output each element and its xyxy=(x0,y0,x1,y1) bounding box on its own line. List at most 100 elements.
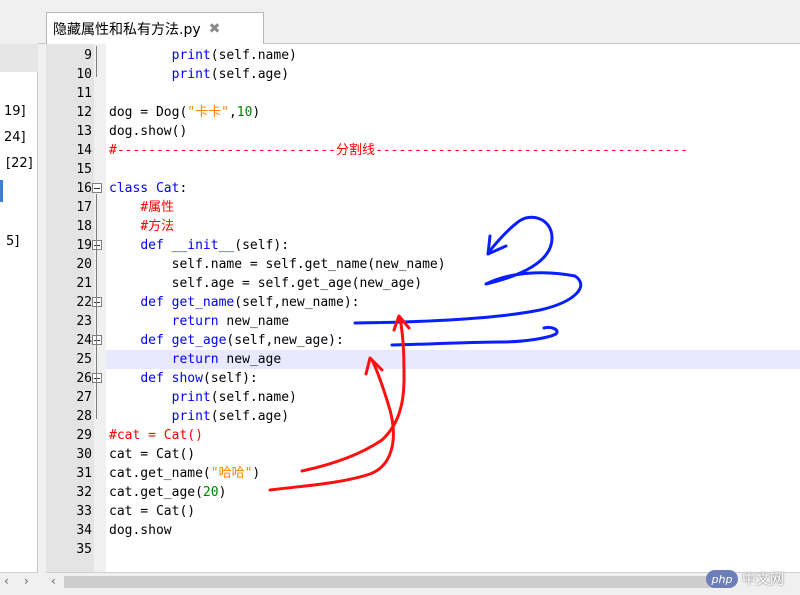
line-number: 10 xyxy=(76,67,92,82)
code-line[interactable]: 9 print(self.name) xyxy=(84,46,800,65)
panel-text-fragment: 19] xyxy=(4,104,26,119)
fold-toggle-icon[interactable] xyxy=(92,335,102,345)
code-text[interactable]: return new_age xyxy=(109,350,282,369)
code-text[interactable]: return new_name xyxy=(109,312,289,331)
panel-selected-row[interactable] xyxy=(0,44,38,72)
code-text[interactable]: dog = Dog("卡卡",10) xyxy=(109,103,260,122)
code-line[interactable]: 22 def get_name(self,new_name): xyxy=(76,293,800,312)
code-text[interactable]: print(self.age) xyxy=(109,65,289,84)
line-number: 12 xyxy=(76,105,92,120)
code-text[interactable]: def show(self): xyxy=(109,369,257,388)
code-text[interactable]: self.name = self.get_name(new_name) xyxy=(109,255,446,274)
code-line[interactable]: 31 cat.get_name("哈哈") xyxy=(76,464,800,483)
file-panel: 19] 24] [22] 5] xyxy=(0,0,38,572)
fold-guide xyxy=(96,46,97,77)
scroll-right-arrow-icon[interactable]: › xyxy=(24,574,29,588)
tab-title: 隐藏属性和私有方法.py xyxy=(53,21,201,38)
scroll-left-arrow-icon[interactable]: ‹ xyxy=(51,574,56,588)
code-text[interactable]: #----------------------------分割线--------… xyxy=(109,141,688,160)
fold-toggle-icon[interactable] xyxy=(92,297,102,307)
line-number: 27 xyxy=(76,390,92,405)
code-text[interactable]: print(self.name) xyxy=(109,388,297,407)
code-line[interactable]: 19 def __init__(self): xyxy=(76,236,800,255)
fold-toggle-icon[interactable] xyxy=(92,183,102,193)
panel-text-fragment: 5] xyxy=(6,234,20,249)
code-line[interactable]: 10 print(self.age) xyxy=(76,65,800,84)
code-text[interactable]: print(self.name) xyxy=(109,46,297,65)
code-text[interactable]: cat.get_name("哈哈") xyxy=(109,464,260,483)
line-number: 13 xyxy=(76,124,92,139)
watermark-text: 中文网 xyxy=(742,572,784,588)
line-number: 16 xyxy=(76,181,92,196)
panel-header xyxy=(0,0,38,44)
code-line[interactable]: 27 print(self.name) xyxy=(76,388,800,407)
code-line[interactable]: 26 def show(self): xyxy=(76,369,800,388)
editor-horizontal-scrollbar[interactable]: ‹ xyxy=(46,572,800,590)
code-text[interactable]: self.age = self.get_age(new_age) xyxy=(109,274,422,293)
line-number: 23 xyxy=(76,314,92,329)
code-text[interactable]: class Cat: xyxy=(109,179,187,198)
code-line[interactable]: 11 xyxy=(76,84,800,103)
line-number: 20 xyxy=(76,257,92,272)
code-line[interactable]: 17 #属性 xyxy=(76,198,800,217)
close-icon[interactable]: ✖ xyxy=(209,21,221,37)
fold-toggle-icon[interactable] xyxy=(92,373,102,383)
code-text[interactable]: dog.show xyxy=(109,521,172,540)
code-text[interactable]: def get_age(self,new_age): xyxy=(109,331,344,350)
scroll-left-arrow-icon[interactable]: ‹ xyxy=(4,574,9,588)
panel-selection-marker xyxy=(0,180,3,202)
fold-toggle-icon[interactable] xyxy=(92,240,102,250)
line-number: 22 xyxy=(76,295,92,310)
code-text[interactable]: def get_name(self,new_name): xyxy=(109,293,359,312)
code-line[interactable]: 25 return new_age xyxy=(76,350,800,369)
line-number: 18 xyxy=(76,219,92,234)
line-number: 35 xyxy=(76,542,92,557)
code-line[interactable]: 13 dog.show() xyxy=(76,122,800,141)
line-number: 26 xyxy=(76,371,92,386)
tab-bar: 隐藏属性和私有方法.py ✖ xyxy=(38,0,800,44)
code-text[interactable]: #方法 xyxy=(109,217,174,236)
code-line[interactable]: 20 self.name = self.get_name(new_name) xyxy=(76,255,800,274)
code-line[interactable]: 34 dog.show xyxy=(76,521,800,540)
code-text[interactable]: #属性 xyxy=(109,198,174,217)
line-number: 17 xyxy=(76,200,92,215)
line-number: 24 xyxy=(76,333,92,348)
line-number: 33 xyxy=(76,504,92,519)
line-number: 19 xyxy=(76,238,92,253)
code-line[interactable]: 32 cat.get_age(20) xyxy=(76,483,800,502)
tab-file[interactable]: 隐藏属性和私有方法.py ✖ xyxy=(46,12,264,44)
code-line[interactable]: 35 xyxy=(76,540,800,559)
code-line[interactable]: 28 print(self.age) xyxy=(76,407,800,426)
code-line[interactable]: 23 return new_name xyxy=(76,312,800,331)
code-line[interactable]: 12 dog = Dog("卡卡",10) xyxy=(76,103,800,122)
code-text[interactable]: print(self.age) xyxy=(109,407,289,426)
line-number: 31 xyxy=(76,466,92,481)
line-number: 32 xyxy=(76,485,92,500)
code-line[interactable]: 15 xyxy=(76,160,800,179)
code-line[interactable]: 18 #方法 xyxy=(76,217,800,236)
code-text[interactable]: #cat = Cat() xyxy=(109,426,203,445)
line-number: 34 xyxy=(76,523,92,538)
code-text[interactable]: cat = Cat() xyxy=(109,445,195,464)
code-area[interactable]: 9 print(self.name) 10 print(self.age) 11 12… xyxy=(76,44,800,572)
scrollbar-thumb[interactable] xyxy=(64,576,724,588)
line-number: 15 xyxy=(76,162,92,177)
code-line[interactable]: 29 #cat = Cat() xyxy=(76,426,800,445)
panel-text-fragment: 24] xyxy=(4,130,26,145)
code-text[interactable]: def __init__(self): xyxy=(109,236,289,255)
line-number: 25 xyxy=(76,352,92,367)
code-line[interactable]: 33 cat = Cat() xyxy=(76,502,800,521)
fold-guide xyxy=(96,194,97,419)
code-line[interactable]: 14 #----------------------------分割线------… xyxy=(76,141,800,160)
code-line[interactable]: 24 def get_age(self,new_age): xyxy=(76,331,800,350)
code-line[interactable]: 16 class Cat: xyxy=(76,179,800,198)
code-line[interactable]: 30 cat = Cat() xyxy=(76,445,800,464)
code-editor[interactable]: 9 print(self.name) 10 print(self.age) 11 12… xyxy=(46,44,800,572)
code-line[interactable]: 21 self.age = self.get_age(new_age) xyxy=(76,274,800,293)
code-text[interactable]: cat.get_age(20) xyxy=(109,483,226,502)
code-text[interactable]: dog.show() xyxy=(109,122,187,141)
php-watermark: php 中文网 xyxy=(706,566,798,592)
code-text[interactable]: cat = Cat() xyxy=(109,502,195,521)
line-number: 14 xyxy=(76,143,92,158)
panel-scrollbar[interactable]: ‹ › xyxy=(0,572,38,590)
